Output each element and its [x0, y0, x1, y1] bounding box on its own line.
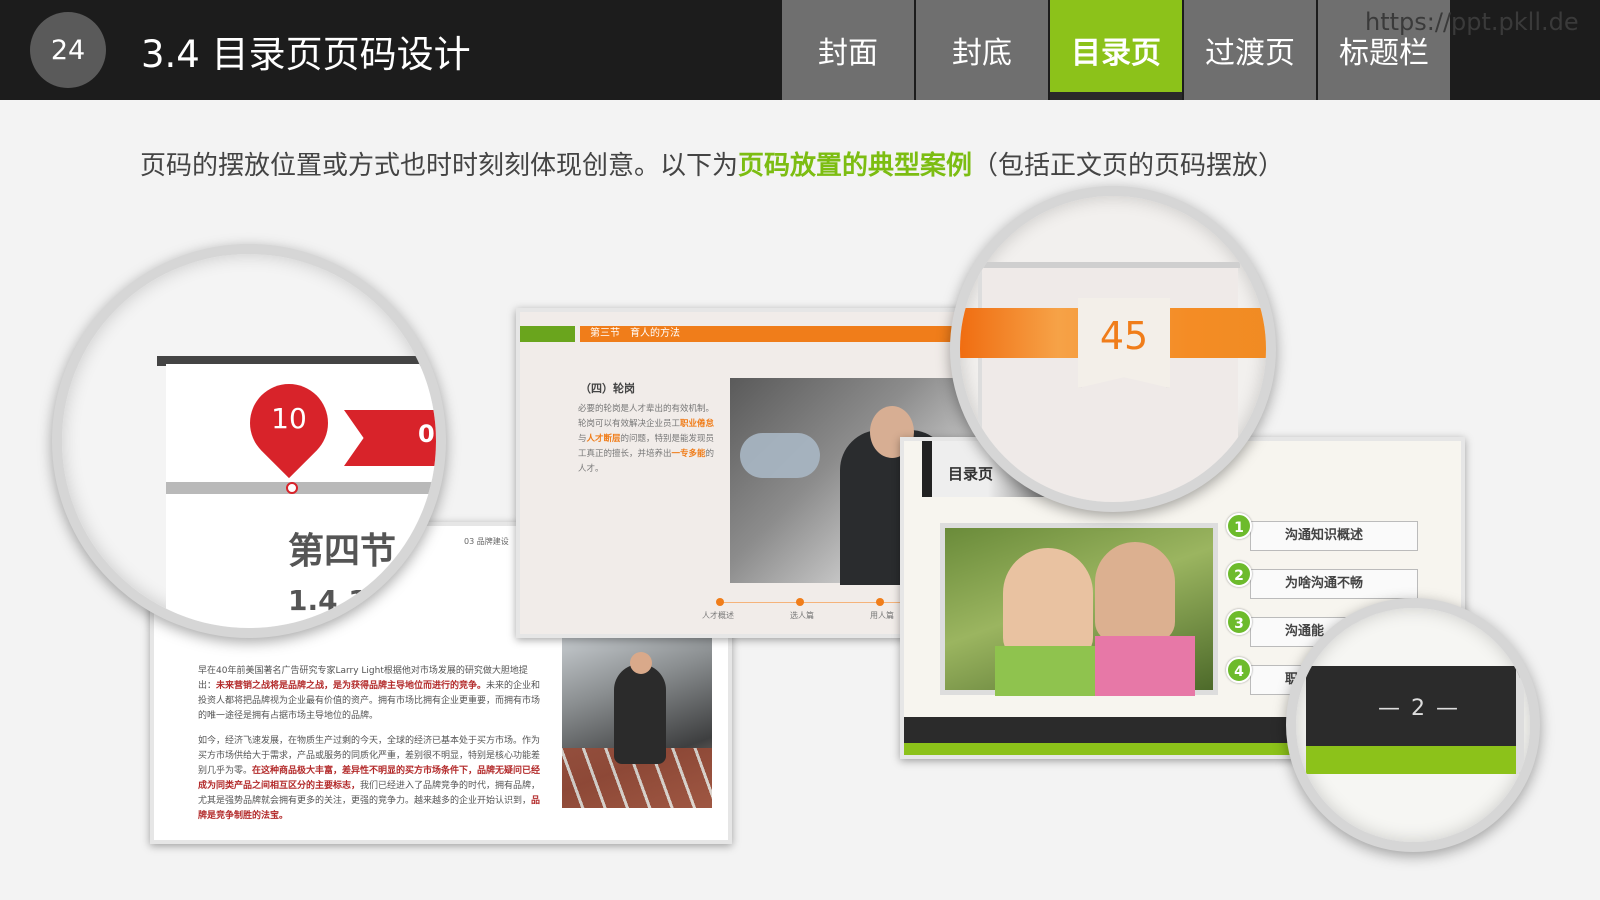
divider-line: [166, 482, 436, 494]
intro-text: 页码的摆放位置或方式也时时刻刻体现创意。以下为页码放置的典型案例（包括正文页的页…: [140, 145, 1284, 182]
runner-photo: [562, 626, 712, 808]
timeline-dot: [876, 598, 884, 606]
section-number: 1.4.1: [288, 584, 368, 617]
intro-highlight: 页码放置的典型案例: [738, 151, 973, 181]
timeline-dot: [716, 598, 724, 606]
timeline-label: 选人篇: [790, 611, 814, 620]
text-run: 与: [578, 434, 587, 444]
page-number-badge: 24: [30, 12, 106, 88]
text-run-emphasis: 职业倦怠: [680, 419, 715, 429]
magnifier-footer-pagination: — 2 —: [1286, 598, 1540, 852]
toc-number: 3: [1226, 609, 1252, 635]
tab-contents[interactable]: 目录页: [1050, 0, 1182, 100]
slide-edge: [1516, 666, 1524, 774]
watermark: https://ppt.pkll.de: [1365, 8, 1579, 36]
footer-page-number: — 2 —: [1378, 696, 1460, 721]
slide-frame: [980, 262, 1240, 268]
intro-after: （包括正文页的页码摆放）: [972, 151, 1285, 181]
page-title: 3.4 目录页页码设计: [141, 33, 471, 76]
slide-subtitle: （四）轮岗: [580, 382, 635, 395]
photo-girl: [1095, 542, 1175, 642]
paragraph: 早在40年前美国著名广告研究专家Larry Light根据他对市场发展的研究做大…: [198, 664, 543, 724]
intro-before: 页码的摆放位置或方式也时时刻刻体现创意。以下为: [140, 151, 739, 181]
text-run-emphasis: 一专多能: [671, 449, 706, 459]
tab-transition[interactable]: 过渡页: [1184, 0, 1316, 100]
timeline-dot: [796, 598, 804, 606]
text-run-emphasis: 未来营销之战将是品牌之战，是为获得品牌主导地位而进行的竞争。: [216, 681, 487, 691]
photo-dress: [995, 646, 1105, 696]
section-tab-label: 03 品牌建设: [464, 537, 509, 546]
paragraph: 如今，经济飞速发展，在物质生产过剩的今天，全球的经济已基本处于买方市场。作为买方…: [198, 734, 543, 824]
tab-cover[interactable]: 封面: [782, 0, 914, 100]
document-body: 早在40年前美国著名广告研究专家Larry Light根据他对市场发展的研究做大…: [198, 664, 543, 834]
pin-page-number: 10: [271, 402, 307, 435]
pager-dot: [286, 482, 298, 494]
tab-bar: 封面 封底 目录页 过渡页 标题栏: [782, 0, 1450, 100]
text-run-emphasis: 人才断层: [586, 434, 621, 444]
header-green-block: [520, 326, 575, 342]
photo-dress: [1095, 636, 1195, 696]
toc-item: 为啥沟通不畅: [1250, 569, 1418, 599]
timeline-label: 人才概述: [702, 611, 734, 620]
section-title: 第四节: [288, 531, 397, 572]
title-bar: 24 3.4 目录页页码设计 封面 封底 目录页 过渡页 标题栏 https:/…: [0, 0, 1600, 100]
photo-runner: [614, 652, 666, 764]
tab-back-cover[interactable]: 封底: [916, 0, 1048, 100]
photo-girl: [1003, 548, 1093, 658]
magnifier-pin-pagination: 10 01 第四节 1.4.1: [52, 244, 446, 638]
ribbon-number: 01: [418, 420, 436, 448]
tag-page-number: 45: [1099, 314, 1149, 358]
toc-item: 沟通知识概述: [1250, 521, 1418, 551]
timeline-label: 用人篇: [870, 611, 894, 620]
footer-green-bar: [1306, 746, 1520, 774]
toc-number: 1: [1226, 513, 1252, 539]
children-photo: [940, 523, 1218, 696]
slide-paragraph: 必要的轮岗是人才辈出的有效机制。轮岗可以有效解决企业员工职业倦怠与人才断层的问题…: [578, 402, 718, 477]
photo-cloud: [740, 433, 820, 478]
toc-number: 4: [1226, 657, 1252, 683]
magnifier-tag-pagination: 45: [950, 186, 1276, 512]
toc-number: 2: [1226, 561, 1252, 587]
